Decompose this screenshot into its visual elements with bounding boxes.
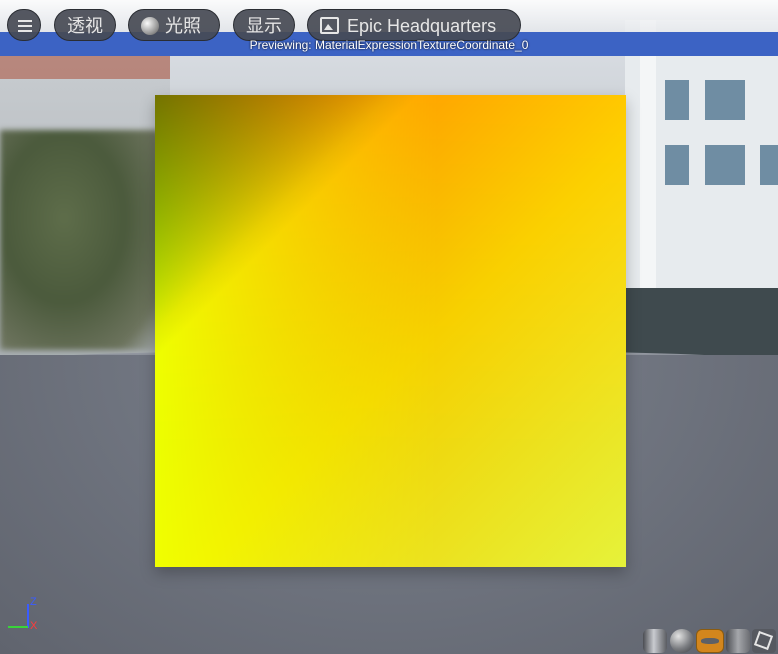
hamburger-icon [18,20,32,32]
environment-button[interactable]: Epic Headquarters [307,9,521,41]
image-settings-icon [320,17,339,34]
axis-gizmo: Z X [6,596,46,636]
lighting-label: 光照 [165,16,201,36]
cube-shape-button[interactable] [726,629,750,653]
background-building-right [625,20,778,360]
custom-mesh-shape-button[interactable] [752,629,776,653]
perspective-label: 透视 [67,16,103,36]
cylinder-shape-button[interactable] [643,629,667,653]
environment-label: Epic Headquarters [347,16,497,36]
perspective-button[interactable]: 透视 [54,9,116,41]
viewport-menu-button[interactable] [7,9,41,41]
preview-shape-toolbar [641,629,778,653]
plane-shape-button[interactable] [696,629,724,653]
preview-plane-shade [155,95,626,567]
z-axis-label: Z [30,596,37,608]
background-trees [0,130,160,350]
lit-sphere-icon [141,17,159,35]
material-preview-viewport[interactable]: 透视 光照 显示 Epic Headquarters Previewing: M… [0,0,778,654]
y-axis-line [8,626,28,628]
x-axis-label: X [30,620,38,632]
sphere-shape-button[interactable] [670,629,694,653]
lighting-button[interactable]: 光照 [128,9,220,41]
preview-status-text: Previewing: MaterialExpressionTextureCoo… [249,38,529,52]
show-label: 显示 [246,16,282,36]
z-axis-line [27,604,29,628]
show-button[interactable]: 显示 [233,9,295,41]
